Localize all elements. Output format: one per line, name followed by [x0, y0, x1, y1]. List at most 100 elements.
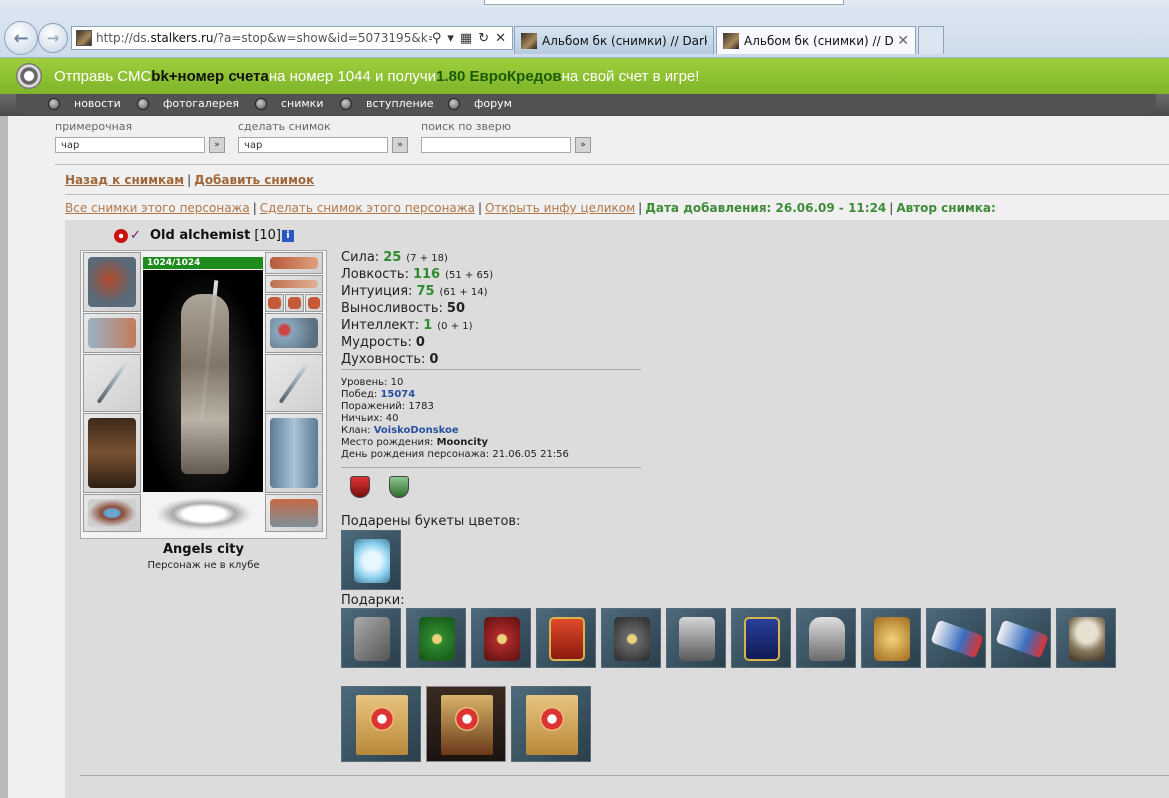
statue-icon	[679, 617, 715, 661]
nav-item-gallery[interactable]: фотогалерея	[137, 97, 239, 110]
armor-slot[interactable]	[83, 413, 141, 493]
stop-icon[interactable]: ✕	[495, 31, 506, 46]
nav-item-snapshots[interactable]: снимки	[255, 97, 323, 110]
emblem-icon	[155, 497, 253, 531]
flower-bouquet[interactable]	[341, 530, 401, 590]
gift-item[interactable]	[341, 608, 401, 668]
leggings-icon	[270, 418, 318, 488]
helmet-slot[interactable]	[83, 252, 141, 312]
open-full-info-link[interactable]: Открыть инфу целиком	[485, 201, 635, 215]
greeting-card[interactable]	[511, 686, 591, 762]
gift-item[interactable]	[536, 608, 596, 668]
promo-logo-icon	[16, 63, 42, 89]
page-left-border	[0, 116, 8, 798]
nav-bullet-icon	[448, 97, 460, 110]
divider	[55, 164, 1169, 165]
address-bar[interactable]: http://ds.stalkers.ru/?a=stop&w=show&id=…	[71, 26, 513, 50]
all-snapshots-link[interactable]: Все снимки этого персонажа	[65, 201, 250, 215]
clan-link[interactable]: VoiskoDonskoe	[374, 425, 459, 436]
stat-strength: Сила: 25 (7 + 18)	[341, 250, 448, 265]
character-avatar[interactable]	[143, 270, 263, 492]
snapshot-links: Все снимки этого персонажа | Сделать снимо…	[65, 201, 996, 215]
ice-bouquet-icon	[354, 539, 390, 583]
gift-item[interactable]	[1056, 608, 1116, 668]
gift-item[interactable]	[666, 608, 726, 668]
beast-search-input[interactable]	[421, 137, 571, 153]
divider	[80, 775, 1169, 776]
gift-item[interactable]	[796, 608, 856, 668]
gift-item[interactable]	[861, 608, 921, 668]
leggings-slot[interactable]	[265, 413, 323, 493]
gift-item[interactable]	[406, 608, 466, 668]
stat-wisdom: Мудрость: 0	[341, 335, 425, 350]
nav-item-join[interactable]: вступление	[340, 97, 434, 110]
new-tab-button[interactable]	[918, 26, 944, 54]
fitting-input[interactable]	[55, 137, 205, 153]
weapon-right-slot[interactable]	[265, 354, 323, 412]
stat-intellect: Интеллект: 1 (0 + 1)	[341, 318, 473, 333]
gloves-slot[interactable]	[265, 313, 323, 353]
gift-item[interactable]	[731, 608, 791, 668]
red-medal-icon[interactable]	[350, 476, 370, 498]
tab-close-icon[interactable]: ✕	[897, 33, 909, 49]
gift-item[interactable]	[471, 608, 531, 668]
gifts-label: Подарки:	[341, 593, 405, 608]
add-snapshot-link[interactable]: Добавить снимок	[194, 173, 314, 187]
promo-text: на номер 1044 и получи	[268, 67, 437, 85]
promo-code: bk+номер счета	[151, 67, 269, 85]
back-button[interactable]: ←	[4, 21, 38, 55]
divider	[65, 194, 1169, 195]
beast-go-button[interactable]: »	[575, 137, 591, 153]
weapon-left-slot[interactable]	[83, 354, 141, 412]
green-medal-icon[interactable]	[389, 476, 409, 498]
nav-bullet-icon	[48, 97, 60, 110]
back-to-snapshots-link[interactable]: Назад к снимкам	[65, 173, 184, 187]
nav-bullet-icon	[137, 97, 149, 110]
belt-slot[interactable]	[83, 494, 141, 532]
snapshot-input[interactable]	[238, 137, 388, 153]
boots-slot[interactable]	[265, 494, 323, 532]
search-label: поиск по зверю	[421, 120, 512, 133]
dropdown-icon[interactable]: ▾	[447, 31, 454, 46]
date-added: Дата добавления: 26.06.09 - 11:24	[645, 201, 887, 215]
clan-icon[interactable]: ✓	[130, 229, 146, 242]
make-snapshot-link[interactable]: Сделать снимок этого персонажа	[260, 201, 475, 215]
gift-item[interactable]	[601, 608, 661, 668]
greeting-card[interactable]	[341, 686, 421, 762]
refresh-icon[interactable]: ↻	[478, 31, 489, 46]
sms-promo-banner[interactable]: Отправь СМС bk+номер счета на номер 1044…	[0, 58, 1169, 94]
amulet-icon	[270, 280, 318, 288]
amulet-slot[interactable]	[265, 275, 323, 293]
gloves-icon	[270, 318, 318, 348]
ring-slot-3[interactable]	[305, 294, 323, 312]
ring-slot-2[interactable]	[285, 294, 304, 312]
card-2008-icon	[441, 695, 493, 755]
nav-item-forum[interactable]: форум	[448, 97, 512, 110]
compat-icon[interactable]: ▦	[460, 31, 472, 46]
promo-text: Отправь СМС	[54, 67, 152, 85]
snapshot-go-button[interactable]: »	[392, 137, 408, 153]
back-links: Назад к снимкам | Добавить снимок	[65, 173, 315, 187]
url-text[interactable]: http://ds.stalkers.ru/?a=stop&w=show&id=…	[96, 31, 432, 45]
forward-button[interactable]: →	[38, 23, 68, 53]
earrings-slot[interactable]	[265, 252, 323, 274]
search-icon[interactable]: ⚲	[432, 31, 442, 46]
window-edge	[484, 0, 844, 5]
back-arrow-icon: ←	[13, 27, 29, 49]
info-level: Уровень: 10	[341, 377, 404, 388]
fitting-go-button[interactable]: »	[209, 137, 225, 153]
gift-item[interactable]	[991, 608, 1051, 668]
info-icon[interactable]: i	[282, 229, 294, 242]
tab-1[interactable]: Альбом бк (снимки) // DarkS...	[514, 26, 714, 54]
snapshot-author: Автор снимка:	[896, 201, 996, 215]
alignment-icon[interactable]	[114, 228, 128, 243]
tab-title: Альбом бк (снимки) // Da...	[744, 33, 894, 48]
gift-item[interactable]	[926, 608, 986, 668]
greeting-card[interactable]	[426, 686, 506, 762]
info-losses: Поражений: 1783	[341, 401, 434, 412]
info-birthplace: Место рождения: Mooncity	[341, 437, 489, 448]
tab-2-active[interactable]: Альбом бк (снимки) // Da... ✕	[716, 26, 916, 54]
nav-item-news[interactable]: новости	[48, 97, 121, 110]
ring-slot-1[interactable]	[265, 294, 284, 312]
bracers-slot[interactable]	[83, 313, 141, 353]
